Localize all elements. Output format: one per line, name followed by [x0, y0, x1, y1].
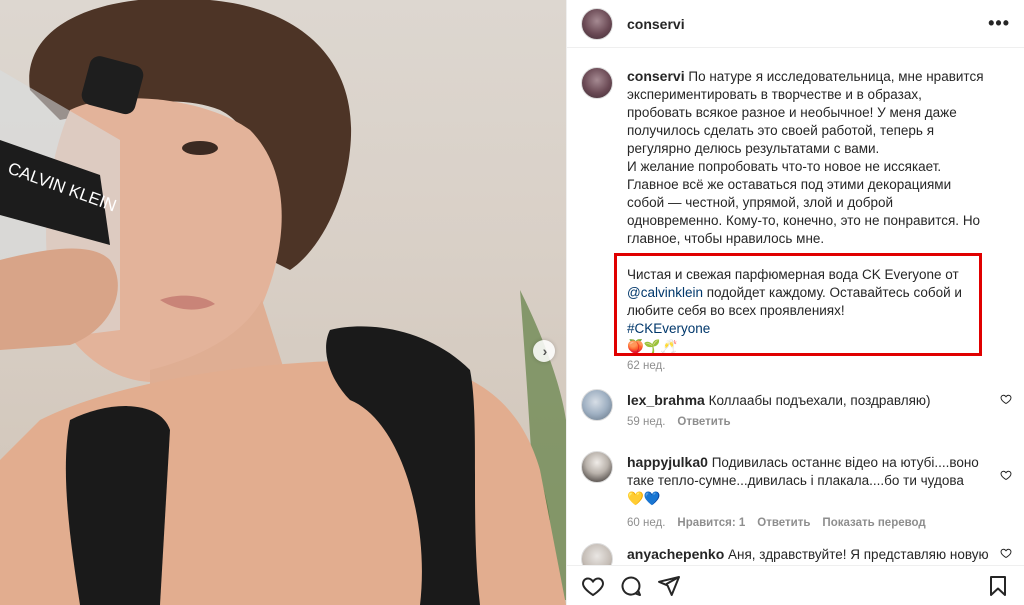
highlight-box — [614, 253, 982, 356]
post-action-bar — [567, 565, 1024, 605]
commenter-avatar[interactable] — [581, 389, 613, 421]
more-options-icon[interactable]: ••• — [988, 13, 1010, 34]
commenter-username[interactable]: lex_brahma — [627, 392, 705, 408]
commenter-avatar[interactable] — [581, 543, 613, 565]
photo-illustration: CALVIN KLEIN — [0, 0, 566, 605]
comment-time[interactable]: 59 нед. — [627, 413, 665, 431]
comment-time[interactable]: 60 нед. — [627, 514, 665, 532]
comment-text: Коллаабы подъехали, поздравляю) — [708, 393, 931, 408]
post-photo[interactable]: CALVIN KLEIN › — [0, 0, 566, 605]
like-comment-heart-icon[interactable] — [1000, 469, 1012, 481]
commenter-avatar[interactable] — [581, 451, 613, 483]
comment-text: Аня, здравствуйте! Я представляю новую — [728, 547, 989, 562]
bookmark-icon[interactable] — [986, 574, 1010, 598]
caption-avatar[interactable] — [581, 67, 613, 99]
author-avatar[interactable] — [581, 7, 613, 40]
show-translation-button[interactable]: Показать перевод — [822, 514, 925, 532]
chevron-right-icon: › — [542, 343, 548, 359]
heart-icon[interactable] — [581, 574, 605, 598]
reply-button[interactable]: Ответить — [677, 413, 730, 431]
post-header: conservi ••• — [567, 0, 1024, 48]
like-comment-heart-icon[interactable] — [1000, 393, 1012, 405]
comment-body: lex_brahma Коллаабы подъехали, поздравля… — [627, 391, 984, 431]
commenter-username[interactable]: happyjulka0 — [627, 454, 708, 470]
comment-body: happyjulka0 Подивилась останнє відео на … — [627, 453, 984, 532]
caption-time[interactable]: 62 нед. — [627, 357, 988, 375]
like-comment-heart-icon[interactable] — [1000, 547, 1012, 559]
caption-text-second: И желание попробовать что-то новое не ис… — [627, 159, 981, 246]
author-username[interactable]: conservi — [627, 16, 685, 32]
comment-row: anyachepenko Аня, здравствуйте! Я предст… — [581, 543, 1012, 565]
comment-icon[interactable] — [619, 574, 643, 598]
comment-body: anyachepenko Аня, здравствуйте! Я предст… — [627, 545, 989, 564]
comment-row: lex_brahma Коллаабы подъехали, поздравля… — [581, 389, 1012, 439]
next-photo-button[interactable]: › — [533, 340, 555, 362]
reply-button[interactable]: Ответить — [757, 514, 810, 532]
comment-row: happyjulka0 Подивилась останнє відео на … — [581, 451, 1012, 531]
likes-count[interactable]: Нравится: 1 — [677, 514, 745, 532]
share-icon[interactable] — [657, 574, 681, 598]
commenter-username[interactable]: anyachepenko — [627, 546, 724, 562]
caption-username[interactable]: conservi — [627, 68, 685, 84]
